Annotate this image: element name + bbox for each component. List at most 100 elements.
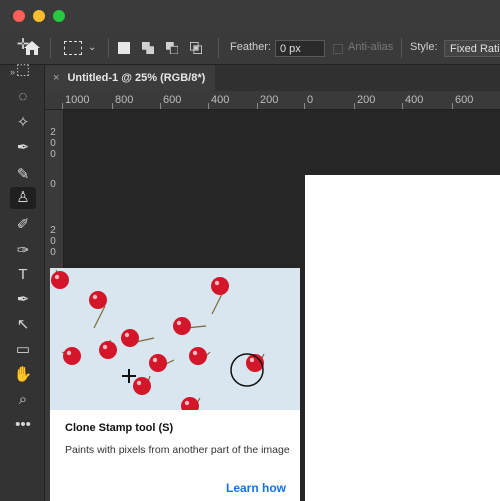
cherry-highlight [124, 332, 130, 338]
subtract-from-selection-icon[interactable] [166, 42, 178, 54]
ruler-label: 200 [357, 94, 376, 106]
new-selection-icon[interactable] [118, 42, 130, 54]
antialias-label: Anti-alias [348, 41, 394, 53]
ruler-tick [160, 103, 161, 109]
cherry [89, 291, 107, 309]
ruler-label: 2 [50, 225, 56, 236]
cherry-highlight [249, 357, 255, 363]
cherry-highlight [214, 280, 220, 286]
cherry [181, 397, 199, 410]
ruler-label: 600 [455, 94, 474, 106]
tools-panel: » ✛ ⬚ ◌ ✧ ✒ ✎ ♙ ✐ ✑ T ✒ ↖ ▭ ✋ ⌕ ••• [0, 36, 45, 501]
type-tool[interactable]: T [10, 264, 36, 286]
rectangle-tool[interactable]: ▭ [10, 339, 36, 361]
ruler-tick [354, 103, 355, 109]
cherry [121, 329, 139, 347]
marquee-preset-icon[interactable] [64, 41, 82, 55]
cherry-highlight [136, 380, 142, 386]
cherry [133, 377, 151, 395]
options-bar: ⌄ Feather: 0 px Anti-alias Style: Fixed … [0, 32, 500, 65]
cherry-highlight [176, 320, 182, 326]
ruler-label: 2 [50, 127, 56, 138]
cherry-highlight [66, 350, 72, 356]
document-tab[interactable]: × Untitled-1 @ 25% (RGB/8*) [45, 65, 216, 91]
document-canvas[interactable] [305, 175, 500, 501]
learn-how-link[interactable]: Learn how [226, 481, 286, 495]
feather-label: Feather: [230, 41, 271, 53]
magic-wand-tool[interactable]: ✧ [10, 112, 36, 134]
ruler-tick [62, 103, 63, 109]
maximize-window-button[interactable] [53, 10, 65, 22]
cherries-illustration [51, 269, 265, 410]
ruler-label: 0 [50, 179, 56, 190]
tooltip-title: Clone Stamp tool (S) [65, 422, 174, 434]
title-bar [0, 0, 500, 32]
cherry [99, 341, 117, 359]
cherry [211, 277, 229, 295]
ruler-label: 0 [307, 94, 314, 106]
minimize-window-button[interactable] [33, 10, 45, 22]
cherry-highlight [192, 350, 198, 356]
ruler-tick [208, 103, 209, 109]
tool-tooltip: Clone Stamp tool (S) Paints with pixels … [50, 268, 300, 501]
ruler-tick [304, 103, 305, 109]
cherry [63, 347, 81, 365]
eraser-tool[interactable]: ✑ [10, 240, 36, 262]
ruler-label: 400 [405, 94, 424, 106]
eyedropper-tool[interactable]: ✒ [10, 137, 36, 159]
more-tools[interactable]: ••• [10, 414, 36, 436]
style-label: Style: [410, 41, 438, 53]
close-tab-icon[interactable]: × [53, 72, 59, 84]
ruler-label: 200 [260, 94, 279, 106]
tooltip-preview-image [50, 268, 300, 410]
divider [218, 38, 219, 58]
ruler-label: 0 [50, 138, 56, 149]
path-selection-tool[interactable]: ↖ [10, 314, 36, 336]
ruler-label: 0 [50, 149, 56, 160]
cherry-highlight [184, 400, 190, 406]
feather-input[interactable]: 0 px [275, 40, 325, 57]
clone-stamp-tool[interactable]: ♙ [10, 187, 36, 209]
close-window-button[interactable] [13, 10, 25, 22]
divider [108, 38, 109, 58]
move-tool[interactable]: ✛ [10, 34, 36, 56]
document-tab-bar: × Untitled-1 @ 25% (RGB/8*) [45, 65, 500, 91]
cherry-highlight [102, 344, 108, 350]
add-to-selection-icon[interactable] [142, 42, 154, 54]
lasso-tool[interactable]: ◌ [10, 86, 36, 108]
cherry-highlight [92, 294, 98, 300]
ruler-tick [112, 103, 113, 109]
style-select[interactable]: Fixed Ratio [444, 40, 500, 57]
pen-tool[interactable]: ✒ [10, 289, 36, 311]
cherry [149, 354, 167, 372]
ruler-tick [402, 103, 403, 109]
ruler-tick [452, 103, 453, 109]
brush-tool[interactable]: ✎ [10, 164, 36, 186]
divider [401, 38, 402, 58]
cherry [189, 347, 207, 365]
tooltip-description: Paints with pixels from another part of … [65, 444, 290, 456]
cherry-highlight [152, 357, 158, 363]
divider [50, 38, 51, 58]
history-brush-tool[interactable]: ✐ [10, 214, 36, 236]
cherry-stem [93, 305, 106, 329]
ruler-tick [257, 103, 258, 109]
ruler-label: 800 [115, 94, 134, 106]
hand-tool[interactable]: ✋ [10, 364, 36, 386]
intersect-selection-icon[interactable] [190, 42, 202, 54]
antialias-checkbox[interactable] [333, 44, 343, 54]
ruler-label: 400 [211, 94, 230, 106]
cherry [51, 271, 69, 289]
zoom-tool[interactable]: ⌕ [10, 389, 36, 411]
marquee-tool[interactable]: ⬚ [10, 59, 36, 81]
ruler-label: 0 [50, 236, 56, 247]
cherry [173, 317, 191, 335]
cherry-highlight [54, 274, 60, 280]
document-tab-title: Untitled-1 @ 25% (RGB/8*) [67, 72, 206, 84]
horizontal-ruler: 1000 800 600 400 200 0 200 400 600 [45, 91, 500, 110]
chevron-down-icon[interactable]: ⌄ [88, 42, 96, 53]
ruler-label: 600 [163, 94, 182, 106]
ruler-label: 1000 [65, 94, 90, 106]
ruler-label: 0 [50, 247, 56, 258]
crosshair-cursor [122, 369, 136, 383]
